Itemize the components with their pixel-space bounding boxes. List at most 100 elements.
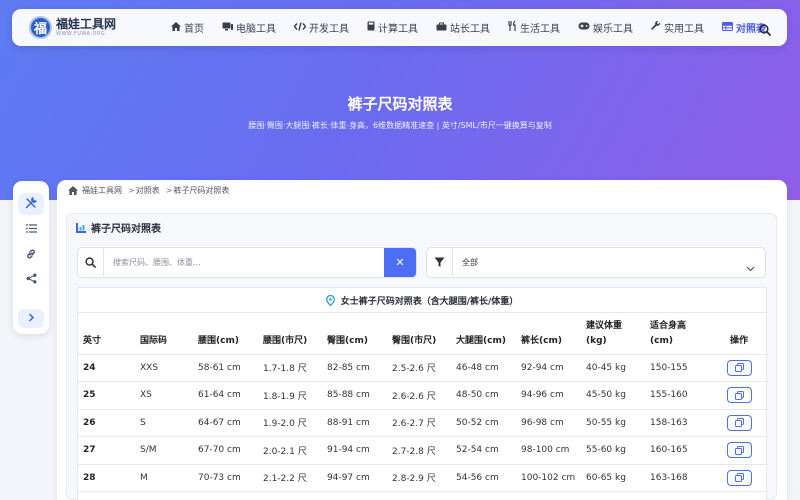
table-cell: 2.1-2.2 尺 <box>258 464 322 492</box>
size-table: 英寸 国际码 腰围(cm) 腰围(市尺) 臀围(cm) 臀围(市尺) 大腿围(c… <box>78 313 768 492</box>
nav-label: 首页 <box>184 24 204 35</box>
nav-label: 生活工具 <box>520 24 560 35</box>
table-cell: 2.0-2.1 尺 <box>258 436 322 465</box>
table-cell: 61-64 cm <box>193 381 258 410</box>
col-header: 裤长(cm) <box>516 313 581 355</box>
table-cell: 60-65 kg <box>581 464 645 492</box>
table-cell: 45-50 kg <box>581 381 645 410</box>
copy-row-button[interactable] <box>726 387 752 404</box>
table-cell: 91-94 cm <box>322 436 387 465</box>
logo-mark: 福 <box>29 16 52 39</box>
table-cell: S <box>135 409 193 437</box>
table-cell: 98-100 cm <box>516 436 581 465</box>
table-row: 26 S 64-67 cm 1.9-2.0 尺 88-91 cm 2.6-2.7… <box>78 409 768 437</box>
table-cell: 88-91 cm <box>322 409 387 437</box>
table-cell: 28 <box>78 464 135 492</box>
table-cell: XXS <box>135 354 193 382</box>
table-cell: 54-56 cm <box>451 464 516 492</box>
toolbox-icon <box>436 22 447 34</box>
search-icon[interactable] <box>759 21 771 36</box>
nav-label: 电脑工具 <box>236 24 276 35</box>
col-header: 英寸 <box>78 313 135 355</box>
logo-name: 福娃工具网 <box>56 17 117 31</box>
list-icon <box>25 224 37 236</box>
col-header: 国际码 <box>135 313 193 355</box>
copy-row-button[interactable] <box>726 414 752 431</box>
page-title: 裤子尺码对照表 <box>347 95 453 113</box>
clear-search-button[interactable]: ✕ <box>384 248 416 277</box>
top-navbar: 福 福娃工具网 WWW.FUWA.ORG 首页 电脑工具 开发工具 计算工具 站… <box>12 9 787 46</box>
nav-item-fun-tools[interactable]: 娱乐工具 <box>578 20 633 35</box>
gamepad-icon <box>578 22 590 33</box>
table-cell: XS <box>135 381 193 410</box>
breadcrumb-current: 裤子尺码对照表 <box>173 186 230 195</box>
copy-row-button[interactable] <box>726 359 752 376</box>
table-cell: M <box>135 464 193 492</box>
table-cell: 40-45 kg <box>581 354 645 382</box>
table-cell: 100-102 cm <box>516 464 581 492</box>
copy-icon <box>734 418 744 428</box>
table-cell: 94-96 cm <box>516 381 581 410</box>
table-row: 25 XS 61-64 cm 1.8-1.9 尺 85-88 cm 2.6-2.… <box>78 381 768 410</box>
table-row: 27 S/M 67-70 cm 2.0-2.1 尺 91-94 cm 2.7-2… <box>78 436 768 465</box>
nav-item-dev-tools[interactable]: 开发工具 <box>293 20 349 35</box>
table-cell: S/M <box>135 436 193 465</box>
table-cell: 160-165 <box>645 436 710 465</box>
breadcrumb: 福娃工具网 > 对照表 > 裤子尺码对照表 <box>68 185 229 196</box>
search-input[interactable] <box>113 254 383 270</box>
logo-subtitle: WWW.FUWA.ORG <box>56 31 106 37</box>
table-cell: 96-98 cm <box>516 409 581 437</box>
nav-label: 站长工具 <box>450 24 490 35</box>
filter-selected-value: 全部 <box>462 258 478 267</box>
nav-item-life-tools[interactable]: 生活工具 <box>508 20 560 35</box>
nav-item-home[interactable]: 首页 <box>171 20 204 35</box>
table-cell: 50-52 cm <box>451 409 516 437</box>
col-header: 臀围(市尺) <box>387 313 451 355</box>
table-cell: 150-155 <box>645 354 710 382</box>
site-logo[interactable]: 福 福娃工具网 WWW.FUWA.ORG <box>29 16 149 39</box>
table-cell: 46-48 cm <box>451 354 516 382</box>
side-toolbar <box>13 181 49 334</box>
copy-icon <box>734 445 744 455</box>
share-icon <box>26 273 37 287</box>
side-btn-tools[interactable] <box>18 193 44 215</box>
main-nav: 首页 电脑工具 开发工具 计算工具 站长工具 生活工具 娱乐工具 实用工具 对照… <box>171 20 784 35</box>
table-cell: 70-73 cm <box>193 464 258 492</box>
nav-item-calc-tools[interactable]: 计算工具 <box>367 20 418 35</box>
table-cell: 2.5-2.6 尺 <box>387 354 451 382</box>
table-cell: 26 <box>78 409 135 437</box>
table-cell: 2.8-2.9 尺 <box>387 464 451 492</box>
table-cell: 1.7-1.8 尺 <box>258 354 322 382</box>
utensils-icon <box>508 20 517 34</box>
copy-row-button[interactable] <box>726 469 752 486</box>
table-cell: 82-85 cm <box>322 354 387 382</box>
chevron-right-icon <box>28 312 35 325</box>
nav-item-utility-tools[interactable]: 实用工具 <box>651 20 704 35</box>
nav-item-pc-tools[interactable]: 电脑工具 <box>222 20 276 35</box>
copy-row-button[interactable] <box>726 442 752 459</box>
side-btn-share[interactable] <box>18 269 44 291</box>
nav-item-webmaster-tools[interactable]: 站长工具 <box>436 20 490 35</box>
main-panel: 福娃工具网 > 对照表 > 裤子尺码对照表 裤子尺码对照表 ✕ 全部 <box>57 180 787 500</box>
table-cell: 67-70 cm <box>193 436 258 465</box>
table-icon <box>722 21 733 34</box>
calculator-icon <box>367 21 375 34</box>
side-btn-list[interactable] <box>18 219 44 241</box>
side-btn-link[interactable] <box>18 244 44 266</box>
table-cell: 85-88 cm <box>322 381 387 410</box>
table-cell: 50-55 kg <box>581 409 645 437</box>
breadcrumb-charts[interactable]: 对照表 <box>136 185 160 196</box>
table-cell: 25 <box>78 381 135 410</box>
table-cell: 27 <box>78 436 135 465</box>
nav-label: 计算工具 <box>378 24 418 35</box>
table-cell: 55-60 kg <box>581 436 645 465</box>
copy-icon <box>734 390 744 400</box>
side-expand-button[interactable] <box>18 309 44 328</box>
card-title: 裤子尺码对照表 <box>76 220 161 235</box>
category-filter[interactable]: 全部 <box>426 247 766 278</box>
home-icon <box>68 186 78 195</box>
table-cell: 2.7-2.8 尺 <box>387 436 451 465</box>
table-cell: 1.9-2.0 尺 <box>258 409 322 437</box>
table-cell: 2.6-2.6 尺 <box>387 381 451 410</box>
breadcrumb-home[interactable]: 福娃工具网 <box>82 185 122 196</box>
